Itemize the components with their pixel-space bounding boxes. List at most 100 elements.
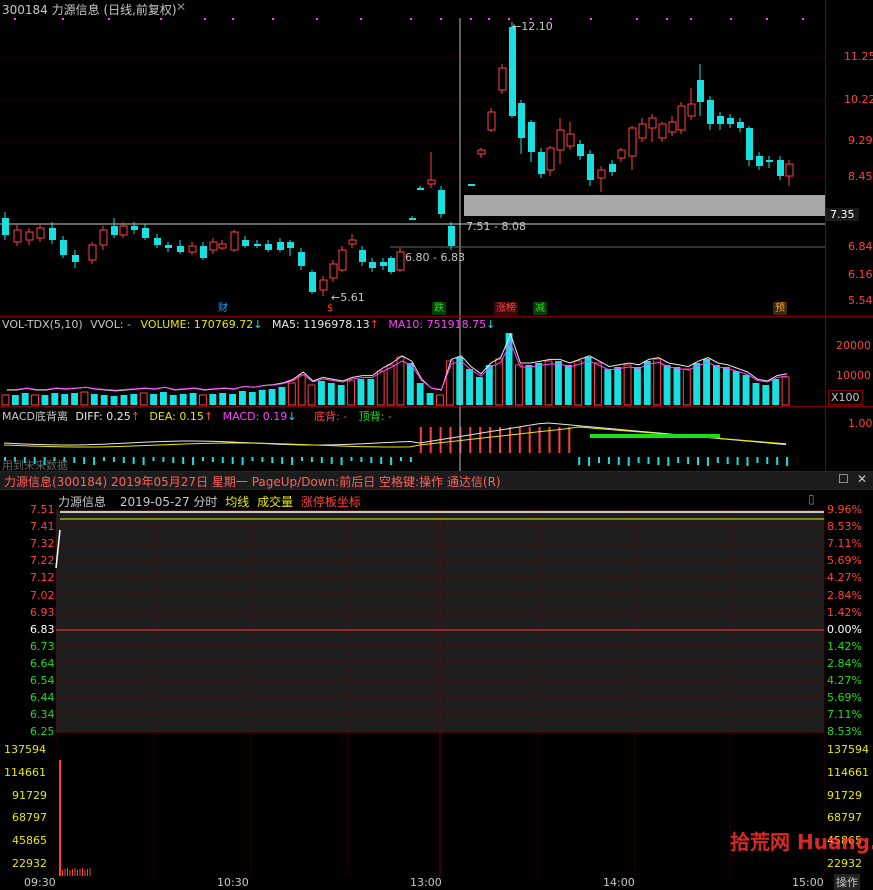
volume-bar <box>160 392 167 405</box>
intraday-volume-tick: 91729 <box>827 788 862 802</box>
macd-bar <box>558 427 561 453</box>
macd-bar <box>528 427 531 453</box>
intraday-volume-tick: 45865 <box>12 834 47 848</box>
event-tag-jian[interactable]: 减 <box>533 302 547 315</box>
volume-bar <box>426 393 434 405</box>
event-tag-die[interactable]: 跌 <box>432 302 446 315</box>
macd-bar <box>518 427 521 453</box>
macd-bar <box>716 457 719 463</box>
candle-body <box>487 111 496 131</box>
candle-body <box>597 169 606 179</box>
intraday-volume-bar <box>64 869 66 876</box>
candle-body <box>177 246 184 252</box>
maximize-icon[interactable]: ☐ <box>838 472 849 486</box>
candle-body <box>242 240 249 246</box>
kline-panel[interactable]: 300184 力源信息 (日线,前复权) ✕ ←12.10 7.51 - 8.0… <box>0 0 825 316</box>
volume-bar <box>179 394 187 405</box>
time-tick-0930: 09:30 <box>24 876 56 889</box>
candle-body <box>209 241 218 251</box>
macd-panel[interactable]: MACD底背离 DIFF: 0.25↑ DEA: 0.15↑ MACD: 0.1… <box>0 406 825 472</box>
volume-bar <box>515 364 523 406</box>
kline-canvas[interactable] <box>0 0 825 316</box>
candle-body <box>756 156 763 166</box>
right-pct-tick: 8.53% <box>827 725 862 739</box>
price-tick: 5.54 <box>848 294 873 307</box>
close-icon[interactable]: ✕ <box>176 0 186 14</box>
vol-vvol: VVOL: - <box>90 318 132 331</box>
intraday-panel[interactable]: 力源信息 2019-05-27 分时 均线 成交量 涨停板坐标 ▯ 7.51 7.… <box>0 490 873 890</box>
macd-bar <box>103 457 105 461</box>
macd-bar <box>112 457 115 462</box>
price-tick: 11.25 <box>844 50 873 63</box>
close-window-icon[interactable]: ✕ <box>857 472 867 486</box>
event-tag-cai[interactable]: 财 <box>216 302 230 315</box>
intraday-volume-bar <box>59 760 61 876</box>
candle-body <box>131 226 138 230</box>
candle-body <box>707 100 714 124</box>
candle-body <box>427 179 436 185</box>
event-tag-yu[interactable]: 预 <box>773 302 787 315</box>
candle-body <box>88 244 97 261</box>
candle-body <box>218 243 227 249</box>
volume-panel[interactable]: VOL-TDX(5,10) VVOL: - VOLUME: 170769.72↓… <box>0 316 825 407</box>
candle-body <box>359 250 366 262</box>
macd-axis: 1.00 <box>825 406 873 471</box>
macd-bar <box>409 457 412 462</box>
left-price-tick: 6.83 <box>30 622 55 636</box>
macd-bar <box>706 457 709 466</box>
volume-bar <box>110 396 118 405</box>
macd-bar <box>588 457 591 466</box>
volume-bar <box>584 357 592 405</box>
event-tag-zhangbang[interactable]: 涨榜 <box>494 302 518 315</box>
legend-limit[interactable]: 涨停板坐标 <box>301 495 361 509</box>
vol-indicator-line: VOL-TDX(5,10) VVOL: - VOLUME: 170769.72↓… <box>2 318 496 331</box>
gap-band <box>464 195 825 216</box>
candle-body <box>717 116 724 124</box>
legend-avg[interactable]: 均线 <box>225 495 249 509</box>
signal-dot <box>508 18 510 20</box>
volume-bar <box>693 363 701 405</box>
kline-price-axis: 11.25 10.22 9.29 8.45 7.35 6.84 6.16 5.5… <box>825 0 873 316</box>
volume-bar <box>742 375 750 405</box>
candle-body <box>309 272 316 292</box>
candle-body <box>254 244 261 246</box>
left-price-tick: 6.93 <box>30 605 55 619</box>
candle-body <box>658 123 667 139</box>
volume-bar <box>673 367 681 405</box>
scroll-icon[interactable]: ▯ <box>808 492 815 506</box>
candle-body <box>737 122 744 128</box>
time-tick-1300: 13:00 <box>410 876 442 889</box>
macd-bar <box>152 457 155 461</box>
event-tag-dollar[interactable]: $ <box>325 302 335 315</box>
intraday-titlebar[interactable]: 力源信息(300184) 2019年05月27日 星期一 PageUp/Down… <box>0 471 873 490</box>
volume-bar <box>307 384 316 406</box>
volume-bar <box>347 380 355 406</box>
candle-body <box>165 245 172 248</box>
volume-bar <box>139 392 148 406</box>
intraday-volume-bar <box>67 868 68 876</box>
macd-bar <box>499 427 501 453</box>
candle-body <box>417 188 424 190</box>
candle-body <box>528 122 535 152</box>
right-pct-tick: 8.53% <box>827 520 862 534</box>
macd-bar <box>73 457 76 463</box>
intraday-title: 力源信息(300184) 2019年05月27日 星期一 PageUp/Down… <box>4 475 501 489</box>
volume-bar <box>406 363 414 405</box>
price-tick: 8.45 <box>848 170 873 183</box>
signal-dot <box>636 18 638 20</box>
macd-bar <box>162 457 165 462</box>
macd-bar <box>489 427 492 453</box>
legend-vol[interactable]: 成交量 <box>257 495 293 509</box>
volume-bar <box>436 394 444 406</box>
macd-bar <box>261 457 264 462</box>
volume-bar <box>614 367 622 405</box>
signal-dot <box>14 18 16 20</box>
signal-dot <box>232 18 234 20</box>
macd-indicator-line: MACD底背离 DIFF: 0.25↑ DEA: 0.15↑ MACD: 0.1… <box>2 410 392 423</box>
volume-bar <box>21 393 29 405</box>
operate-button[interactable]: 操作 <box>834 874 860 890</box>
signal-dot <box>62 18 64 20</box>
candle-body <box>111 226 118 235</box>
candle-body <box>287 242 294 248</box>
right-pct-tick: 9.96% <box>827 503 862 516</box>
